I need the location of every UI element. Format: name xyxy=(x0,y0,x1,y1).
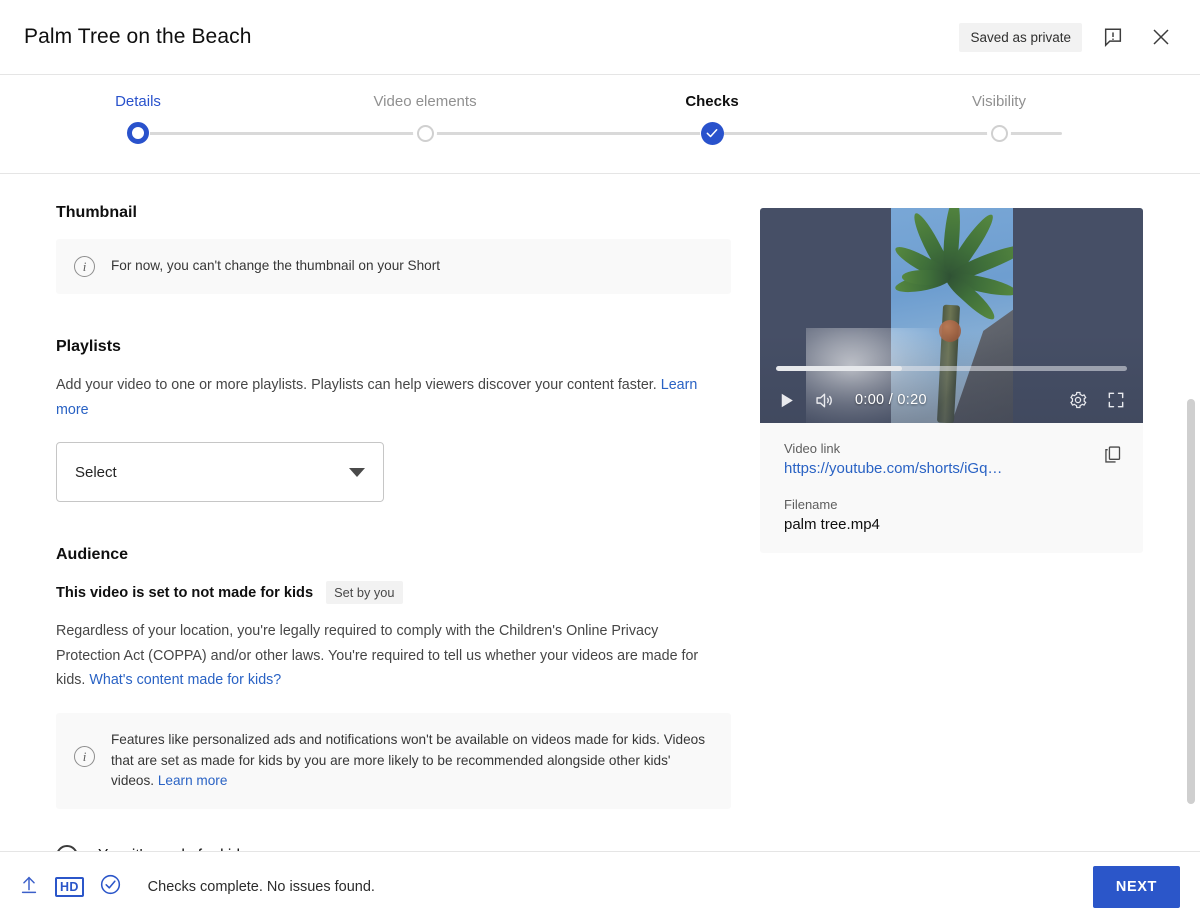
step-dot-checks[interactable] xyxy=(700,121,724,145)
playlists-description: Add your video to one or more playlists.… xyxy=(56,373,701,422)
gear-icon[interactable] xyxy=(1068,390,1088,410)
audience-status: This video is set to not made for kids xyxy=(56,585,313,601)
filename-label: Filename xyxy=(784,497,1121,512)
audience-status-row: This video is set to not made for kids S… xyxy=(56,581,760,604)
thumbnail-heading: Thumbnail xyxy=(56,204,760,222)
status-badge: Saved as private xyxy=(959,23,1082,52)
page-title: Palm Tree on the Beach xyxy=(24,25,252,49)
upload-dialog: Palm Tree on the Beach Saved as private xyxy=(0,0,1200,922)
step-label-visibility[interactable]: Visibility xyxy=(972,93,1026,110)
fullscreen-icon[interactable] xyxy=(1106,390,1126,410)
volume-icon[interactable] xyxy=(814,390,835,411)
scrollbar-track[interactable] xyxy=(1185,174,1197,851)
video-progress-fill xyxy=(776,366,902,371)
play-icon[interactable] xyxy=(777,391,796,410)
made-for-kids-option[interactable]: Yes, it's made for kids xyxy=(56,845,760,851)
feedback-bubble-icon[interactable] xyxy=(1096,20,1130,54)
video-link-label: Video link xyxy=(784,441,1121,456)
made-for-kids-label: Yes, it's made for kids xyxy=(98,847,248,851)
playlists-heading: Playlists xyxy=(56,338,760,356)
dialog-footer: HD Checks complete. No issues found. NEX… xyxy=(0,851,1200,922)
kids-features-notice: i Features like personalized ads and not… xyxy=(56,713,731,809)
video-preview-card: 0:00 / 0:20 xyxy=(760,208,1143,553)
chevron-down-icon xyxy=(349,468,365,477)
filename-value: palm tree.mp4 xyxy=(784,516,1121,533)
upload-icon xyxy=(18,874,40,901)
kids-features-learn-more-link[interactable]: Learn more xyxy=(158,773,228,788)
set-by-you-chip: Set by you xyxy=(326,581,402,604)
check-circle-icon xyxy=(99,873,122,901)
dialog-body: Thumbnail i For now, you can't change th… xyxy=(0,174,1200,851)
kids-features-notice-text: Features like personalized ads and notif… xyxy=(111,730,713,792)
step-dot-details[interactable] xyxy=(126,121,150,145)
step-label-details[interactable]: Details xyxy=(115,93,161,110)
upload-stepper: Details Video elements Checks Visibility xyxy=(0,75,1200,174)
video-player[interactable]: 0:00 / 0:20 xyxy=(760,208,1143,423)
copy-icon[interactable] xyxy=(1099,441,1125,467)
scrollbar-thumb[interactable] xyxy=(1187,399,1195,804)
coppa-link[interactable]: What's content made for kids? xyxy=(89,672,281,688)
step-label-video-elements[interactable]: Video elements xyxy=(373,93,476,110)
video-link[interactable]: https://youtube.com/shorts/iGq… xyxy=(784,460,1121,477)
form-column: Thumbnail i For now, you can't change th… xyxy=(0,174,760,851)
video-time: 0:00 / 0:20 xyxy=(855,392,927,408)
hd-badge: HD xyxy=(55,877,84,897)
stepper-track xyxy=(138,132,1062,135)
player-controls: 0:00 / 0:20 xyxy=(760,377,1143,423)
playlist-select-value: Select xyxy=(75,464,117,481)
audience-description: Regardless of your location, you're lega… xyxy=(56,619,701,693)
playlists-description-text: Add your video to one or more playlists.… xyxy=(56,377,657,393)
video-progress-bar[interactable] xyxy=(776,366,1127,371)
info-circle-icon: i xyxy=(74,256,95,277)
video-meta: Video link https://youtube.com/shorts/iG… xyxy=(760,423,1143,553)
thumbnail-notice: i For now, you can't change the thumbnai… xyxy=(56,239,731,294)
next-button[interactable]: NEXT xyxy=(1093,866,1180,908)
step-dot-visibility[interactable] xyxy=(987,121,1011,145)
dialog-header: Palm Tree on the Beach Saved as private xyxy=(0,0,1200,75)
info-circle-icon: i xyxy=(74,746,95,767)
header-actions: Saved as private xyxy=(959,20,1178,54)
radio-button[interactable] xyxy=(56,845,78,851)
checks-status-text: Checks complete. No issues found. xyxy=(148,879,375,895)
close-icon[interactable] xyxy=(1144,20,1178,54)
playlist-select[interactable]: Select xyxy=(56,442,384,502)
audience-heading: Audience xyxy=(56,546,760,564)
thumbnail-notice-text: For now, you can't change the thumbnail … xyxy=(111,256,440,277)
step-label-checks[interactable]: Checks xyxy=(685,93,738,110)
preview-column: 0:00 / 0:20 xyxy=(760,174,1200,851)
step-dot-video-elements[interactable] xyxy=(413,121,437,145)
